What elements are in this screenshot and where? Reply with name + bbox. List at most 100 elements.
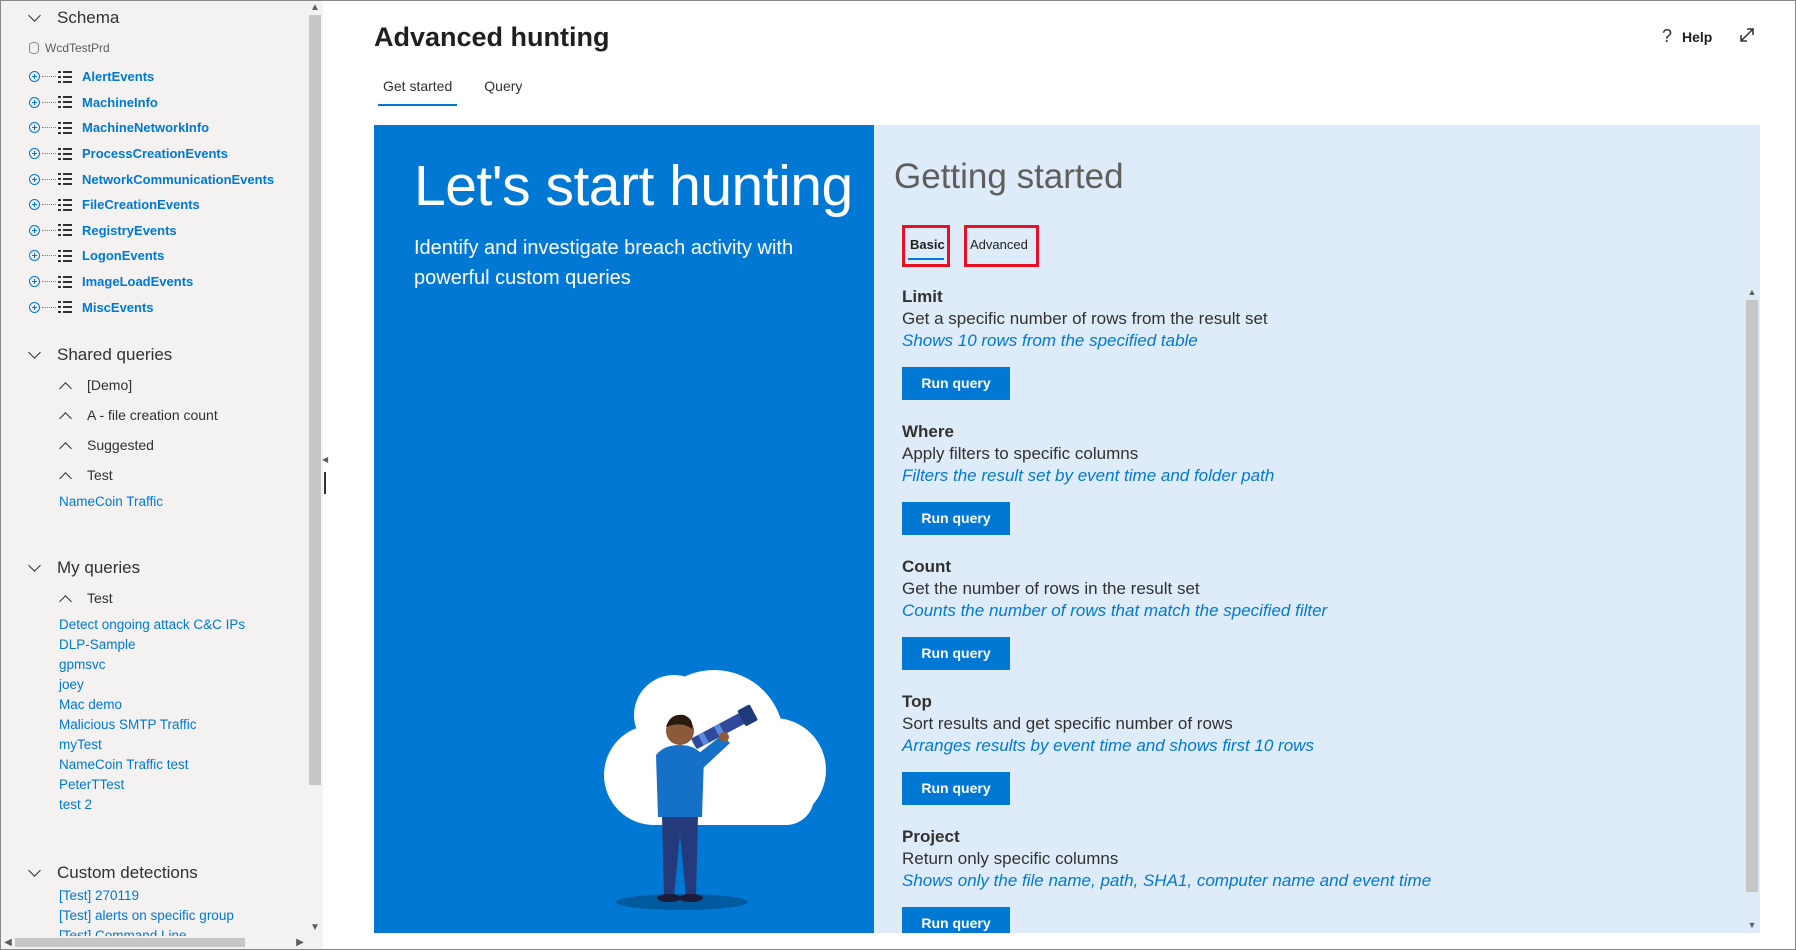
my-query-link[interactable]: NameCoin Traffic test bbox=[59, 757, 189, 772]
scroll-left-arrow-icon[interactable]: ◀ bbox=[1, 936, 15, 949]
tab-basic-underline bbox=[908, 258, 944, 260]
run-query-button[interactable]: Run query bbox=[902, 907, 1010, 933]
scroll-up-arrow-icon[interactable]: ▲ bbox=[307, 1, 323, 15]
expand-plus-icon[interactable] bbox=[29, 173, 40, 185]
tree-connector bbox=[42, 306, 56, 308]
schema-table-imageloadevents[interactable]: ImageLoadEvents bbox=[29, 269, 274, 295]
table-icon bbox=[58, 96, 72, 109]
run-query-button[interactable]: Run query bbox=[902, 502, 1010, 535]
shared-queries-title: Shared queries bbox=[57, 345, 173, 364]
shared-queries-section-header[interactable]: Shared queries bbox=[27, 345, 172, 365]
schema-table-networkcommunicationevents[interactable]: NetworkCommunicationEvents bbox=[29, 166, 274, 192]
schema-section-header[interactable]: Schema bbox=[27, 8, 119, 28]
shared-folder-suggested[interactable]: Suggested bbox=[59, 437, 154, 453]
tab-basic[interactable]: Basic bbox=[910, 237, 945, 252]
shared-folder-test[interactable]: Test bbox=[59, 467, 113, 483]
my-query-link[interactable]: gpmsvc bbox=[59, 657, 106, 672]
sidebar-vertical-scrollbar[interactable]: ▲ ▼ bbox=[307, 1, 323, 936]
expand-fullscreen-icon[interactable] bbox=[1738, 26, 1756, 44]
getting-started-title: Getting started bbox=[894, 157, 1124, 196]
sidebar-horizontal-scrollbar[interactable]: ◀ ▶ bbox=[1, 936, 307, 949]
chevron-up-icon bbox=[59, 469, 73, 481]
schema-table-machineinfo[interactable]: MachineInfo bbox=[29, 90, 274, 116]
query-hint: Arranges results by event time and shows… bbox=[902, 736, 1314, 755]
custom-detection-link[interactable]: [Test] 270119 bbox=[59, 888, 139, 903]
my-query-link[interactable]: myTest bbox=[59, 737, 102, 752]
expand-plus-icon[interactable] bbox=[29, 224, 40, 236]
tree-connector bbox=[42, 127, 56, 129]
tree-connector bbox=[42, 76, 56, 78]
schema-table-alertevents[interactable]: AlertEvents bbox=[29, 64, 274, 90]
main-tabs: Get started Query bbox=[378, 76, 549, 106]
query-name: Where bbox=[902, 422, 954, 441]
my-query-link[interactable]: Malicious SMTP Traffic bbox=[59, 717, 197, 732]
database-node[interactable]: WcdTestPrd bbox=[29, 41, 110, 55]
query-description: Get the number of rows in the result set bbox=[902, 579, 1200, 598]
shared-folder-file-creation-count[interactable]: A - file creation count bbox=[59, 407, 218, 423]
my-queries-title: My queries bbox=[57, 558, 141, 577]
query-card-count: Count Get the number of rows in the resu… bbox=[902, 557, 1327, 670]
my-folder-test[interactable]: Test bbox=[59, 590, 113, 606]
query-description: Apply filters to specific columns bbox=[902, 444, 1139, 463]
table-icon bbox=[58, 121, 72, 134]
custom-detections-section-header[interactable]: Custom detections bbox=[27, 863, 198, 883]
schema-table-miscevents[interactable]: MiscEvents bbox=[29, 294, 274, 320]
chevron-down-icon bbox=[27, 347, 43, 363]
run-query-button[interactable]: Run query bbox=[902, 772, 1010, 805]
run-query-button[interactable]: Run query bbox=[902, 637, 1010, 670]
expand-plus-icon[interactable] bbox=[29, 148, 40, 160]
table-icon bbox=[58, 147, 72, 160]
sidebar-resize-handle[interactable] bbox=[324, 472, 326, 494]
schema-table-name: RegistryEvents bbox=[82, 222, 177, 238]
folder-label: Suggested bbox=[87, 437, 154, 453]
scroll-right-arrow-icon[interactable]: ▶ bbox=[293, 936, 307, 949]
sidebar-scroll-thumb[interactable] bbox=[309, 15, 321, 785]
expand-plus-icon[interactable] bbox=[29, 71, 40, 83]
collapse-sidebar-icon[interactable]: ◀ bbox=[322, 455, 328, 464]
scroll-down-arrow-icon[interactable]: ▼ bbox=[307, 921, 323, 935]
shared-folder-demo[interactable]: [Demo] bbox=[59, 377, 132, 393]
schema-table-processcreationevents[interactable]: ProcessCreationEvents bbox=[29, 141, 274, 167]
sidebar-horizontal-scroll-thumb[interactable] bbox=[15, 938, 245, 947]
table-icon bbox=[58, 301, 72, 314]
my-query-link[interactable]: DLP-Sample bbox=[59, 637, 136, 652]
expand-plus-icon[interactable] bbox=[29, 250, 40, 262]
tab-query[interactable]: Query bbox=[479, 76, 527, 106]
expand-plus-icon[interactable] bbox=[29, 199, 40, 211]
my-queries-section-header[interactable]: My queries bbox=[27, 558, 140, 578]
folder-label: Test bbox=[87, 467, 113, 483]
query-hint: Shows 10 rows from the specified table bbox=[902, 331, 1198, 350]
chevron-down-icon bbox=[27, 865, 43, 881]
expand-plus-icon[interactable] bbox=[29, 122, 40, 134]
scroll-down-arrow-icon[interactable]: ▼ bbox=[1744, 918, 1760, 932]
schema-table-filecreationevents[interactable]: FileCreationEvents bbox=[29, 192, 274, 218]
expand-plus-icon[interactable] bbox=[29, 301, 40, 313]
custom-detection-link[interactable]: [Test] alerts on specific group bbox=[59, 908, 234, 923]
help-button[interactable]: ? Help bbox=[1662, 26, 1712, 47]
getting-started-scroll-thumb[interactable] bbox=[1746, 300, 1758, 892]
schema-table-logonevents[interactable]: LogonEvents bbox=[29, 243, 274, 269]
my-query-link[interactable]: Mac demo bbox=[59, 697, 122, 712]
expand-plus-icon[interactable] bbox=[29, 276, 40, 288]
my-query-link[interactable]: Detect ongoing attack C&C IPs bbox=[59, 617, 245, 632]
query-card-where: Where Apply filters to specific columns … bbox=[902, 422, 1274, 535]
run-query-button[interactable]: Run query bbox=[902, 367, 1010, 400]
tab-advanced[interactable]: Advanced bbox=[970, 237, 1028, 252]
schema-table-machinenetworkinfo[interactable]: MachineNetworkInfo bbox=[29, 115, 274, 141]
custom-detections-title: Custom detections bbox=[57, 863, 198, 882]
schema-table-name: ImageLoadEvents bbox=[82, 274, 194, 290]
my-query-link[interactable]: PeterTTest bbox=[59, 777, 124, 792]
shared-query-link[interactable]: NameCoin Traffic bbox=[59, 494, 163, 509]
schema-table-name: LogonEvents bbox=[82, 248, 165, 264]
my-query-link[interactable]: joey bbox=[59, 677, 84, 692]
table-icon bbox=[58, 224, 72, 237]
tab-get-started[interactable]: Get started bbox=[378, 76, 458, 106]
hero-subtitle: Identify and investigate breach activity… bbox=[414, 237, 794, 289]
expand-plus-icon[interactable] bbox=[29, 96, 40, 108]
scroll-up-arrow-icon[interactable]: ▲ bbox=[1744, 285, 1760, 299]
query-hint: Shows only the file name, path, SHA1, co… bbox=[902, 871, 1432, 890]
table-icon bbox=[58, 249, 72, 262]
tree-connector bbox=[42, 255, 56, 257]
schema-table-registryevents[interactable]: RegistryEvents bbox=[29, 218, 274, 244]
my-query-link[interactable]: test 2 bbox=[59, 797, 92, 812]
